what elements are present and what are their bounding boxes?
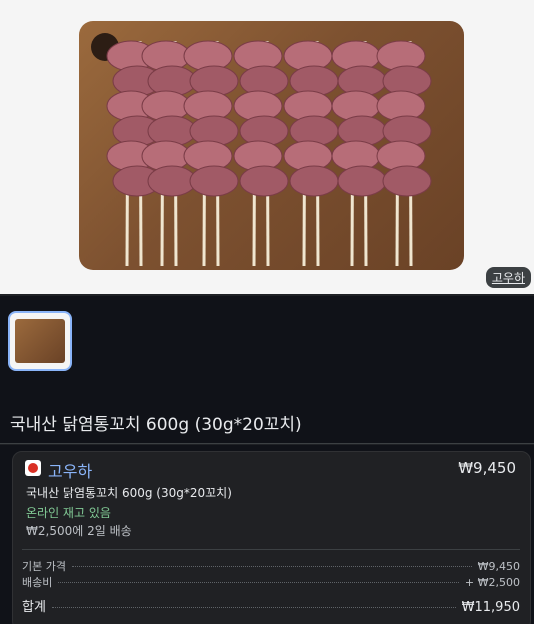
meat-chunk bbox=[189, 165, 239, 197]
base-price-value: ₩9,450 bbox=[477, 560, 520, 573]
divider bbox=[22, 549, 520, 550]
product-title-row: 국내산 닭염통꼬치 600g (30g*20꼬치) bbox=[0, 386, 534, 444]
product-title: 국내산 닭염통꼬치 600g (30g*20꼬치) bbox=[10, 415, 302, 435]
total-row: 합계 ₩11,950 bbox=[22, 596, 520, 615]
meat-chunk bbox=[382, 165, 432, 197]
dotted-leader bbox=[71, 566, 472, 567]
seller-link[interactable]: 고우하 bbox=[48, 458, 92, 482]
meat-chunk bbox=[239, 165, 289, 197]
thumbnail-image bbox=[15, 319, 65, 363]
cutting-board-image bbox=[79, 21, 464, 270]
product-image[interactable]: 고우하 bbox=[0, 0, 534, 294]
offer-card[interactable]: 고우하 ₩9,450 국내산 닭염통꼬치 600g (30g*20꼬치) 온라인… bbox=[12, 451, 531, 624]
base-price-label: 기본 가격 bbox=[22, 560, 66, 573]
meat-chunk bbox=[337, 165, 387, 197]
meat-chunk bbox=[289, 165, 339, 197]
seller-logo-icon bbox=[25, 460, 41, 476]
offer-price: ₩9,450 bbox=[458, 459, 516, 477]
thumbnail-strip bbox=[0, 296, 534, 386]
skewers-illustration bbox=[106, 40, 432, 267]
dotted-leader bbox=[51, 607, 456, 608]
base-price-row: 기본 가격 ₩9,450 bbox=[22, 558, 520, 574]
dotted-leader bbox=[58, 582, 459, 583]
image-source-link[interactable]: 고우하 bbox=[485, 267, 531, 288]
meat-chunk bbox=[147, 165, 197, 197]
shipping-fee-row: 배송비 + ₩2,500 bbox=[22, 574, 520, 590]
total-label: 합계 bbox=[22, 600, 46, 615]
shipping-fee-label: 배송비 bbox=[22, 576, 53, 589]
offer-product-name: 국내산 닭염통꼬치 600g (30g*20꼬치) bbox=[26, 486, 232, 500]
total-value: ₩11,950 bbox=[461, 600, 520, 615]
thumbnail-selected[interactable] bbox=[8, 311, 72, 371]
shipping-fee-value: + ₩2,500 bbox=[464, 576, 520, 589]
shipping-info: ₩2,500에 2일 배송 bbox=[26, 524, 132, 538]
stock-status: 온라인 재고 있음 bbox=[26, 506, 111, 520]
